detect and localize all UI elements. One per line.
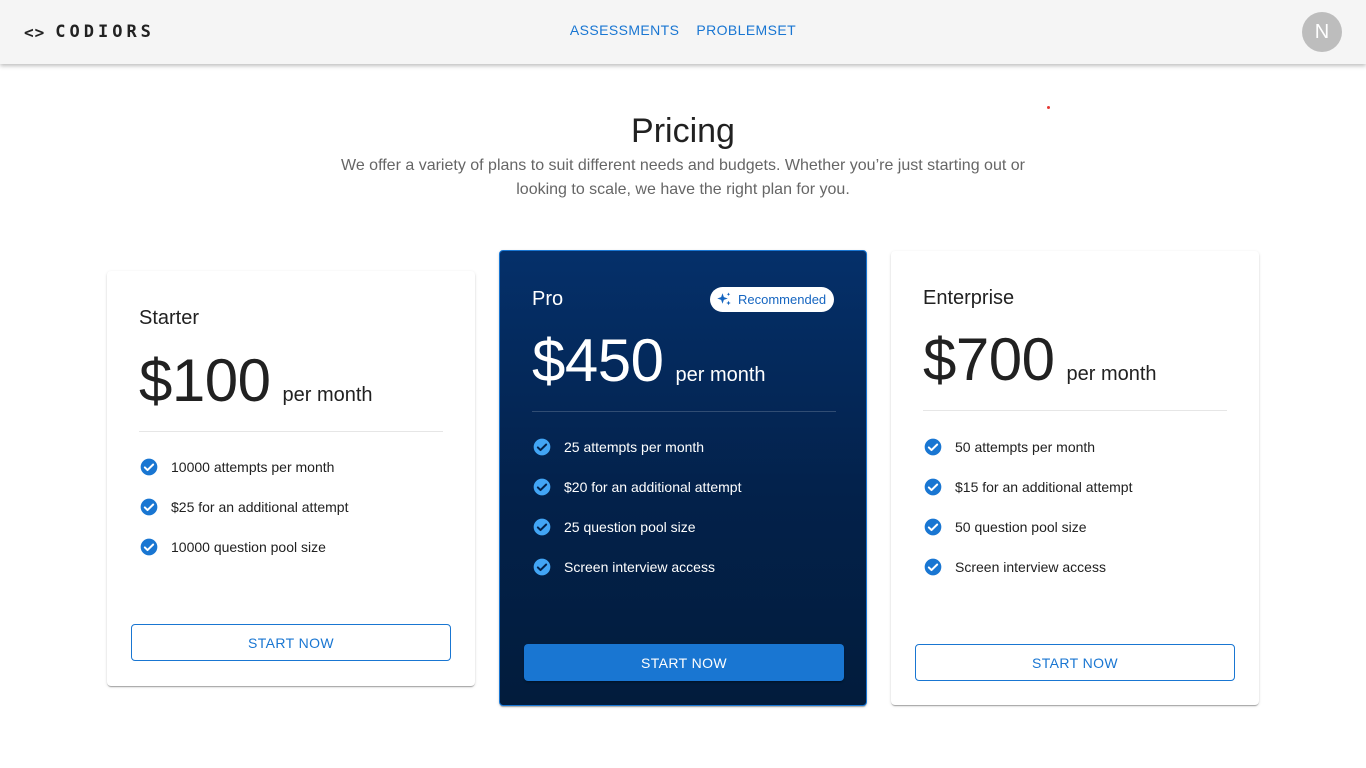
avatar-initial: N [1314,20,1330,43]
feature-item: 10000 attempts per month [139,447,348,487]
price-row: $450 per month [532,331,766,391]
app-bar: <> CODIORS ASSESSMENTS PROBLEMSET N [0,0,1366,64]
feature-item: 50 attempts per month [923,427,1132,467]
feature-item: 50 question pool size [923,507,1132,547]
start-now-button-pro[interactable]: START NOW [524,644,844,681]
check-circle-icon [924,438,942,456]
check-circle-icon [140,458,158,476]
start-now-button-starter[interactable]: START NOW [131,624,451,661]
feature-text: $15 for an additional attempt [955,479,1133,495]
check-circle-icon [924,518,942,536]
feature-item: $20 for an additional attempt [532,467,741,507]
feature-item: Screen interview access [532,547,741,587]
check-circle-icon [140,538,158,556]
plan-card-enterprise: Enterprise $700 per month 50 attempts pe… [891,251,1259,705]
feature-item: $15 for an additional attempt [923,467,1132,507]
user-avatar[interactable]: N [1302,12,1342,52]
plan-price: $700 [923,326,1055,393]
decorative-dot [1047,106,1050,109]
check-circle-icon [533,518,551,536]
check-circle-icon [924,558,942,576]
feature-item: 25 attempts per month [532,427,741,467]
feature-text: Screen interview access [564,559,715,575]
plan-name: Pro [532,288,564,310]
feature-list: 10000 attempts per month $25 for an addi… [139,447,348,567]
feature-item: Screen interview access [923,547,1132,587]
feature-item: 10000 question pool size [139,527,348,567]
price-period: per month [675,364,766,386]
recommended-badge: Recommended [710,287,835,312]
feature-text: 50 attempts per month [955,439,1096,455]
price-row: $700 per month [923,330,1157,390]
plan-name: Enterprise [923,287,1015,309]
check-circle-icon [924,478,942,496]
divider [139,431,443,432]
nav-link-assessments[interactable]: ASSESSMENTS [570,22,679,38]
page-subtitle: We offer a variety of plans to suit diff… [341,157,1025,198]
brand-name: CODIORS [55,22,155,42]
page-title: Pricing [631,112,735,150]
feature-text: 10000 attempts per month [171,459,335,475]
brand-logo[interactable]: <> CODIORS [24,20,155,44]
nav-link-problemset[interactable]: PROBLEMSET [696,22,796,38]
price-row: $100 per month [139,351,373,411]
sparkles-icon [717,292,731,305]
plan-card-pro: Pro Recommended $450 per month 25 attemp… [499,250,867,706]
price-period: per month [1066,363,1157,385]
badge-label: Recommended [738,292,827,307]
divider [923,410,1227,411]
price-period: per month [282,384,373,406]
main-nav: ASSESSMENTS PROBLEMSET [0,22,1366,38]
feature-list: 25 attempts per month $20 for an additio… [532,427,741,587]
plan-price: $100 [139,347,271,414]
feature-text: 10000 question pool size [171,539,326,555]
feature-text: Screen interview access [955,559,1106,575]
start-now-button-enterprise[interactable]: START NOW [915,644,1235,681]
feature-text: 25 attempts per month [564,439,705,455]
feature-text: 50 question pool size [955,519,1087,535]
feature-text: $25 for an additional attempt [171,499,349,515]
feature-text: 25 question pool size [564,519,696,535]
plan-name: Starter [139,307,200,329]
check-circle-icon [533,558,551,576]
divider [532,411,836,412]
feature-list: 50 attempts per month $15 for an additio… [923,427,1132,587]
plan-card-starter: Starter $100 per month 10000 attempts pe… [107,271,475,686]
feature-item: 25 question pool size [532,507,741,547]
check-circle-icon [533,478,551,496]
check-circle-icon [533,438,551,456]
plan-price: $450 [532,327,664,394]
feature-text: $20 for an additional attempt [564,479,742,495]
code-brackets-icon: <> [24,22,46,42]
feature-item: $25 for an additional attempt [139,487,348,527]
check-circle-icon [140,498,158,516]
